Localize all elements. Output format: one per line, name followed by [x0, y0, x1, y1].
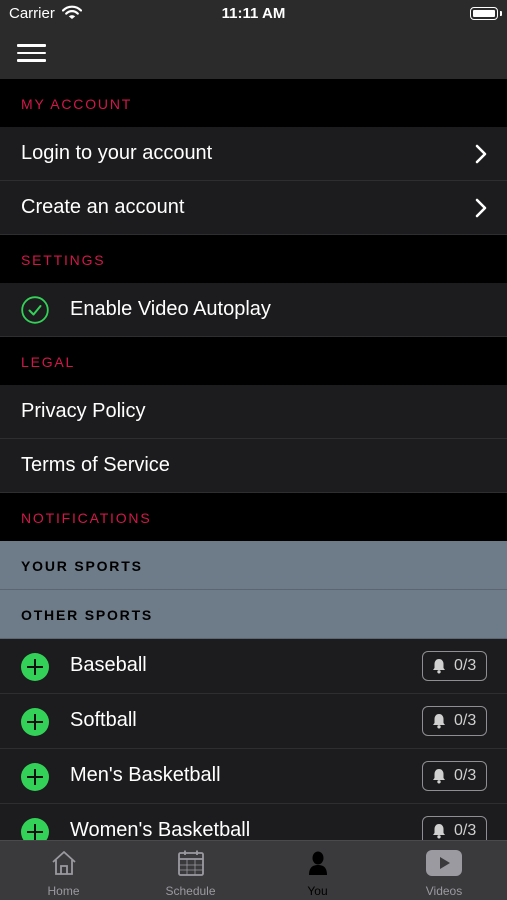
status-bar: Carrier 11:11 AM: [0, 0, 507, 28]
notification-count: 0/3: [454, 712, 477, 729]
section-header-notifications: NOTIFICATIONS: [0, 493, 507, 541]
privacy-policy-row[interactable]: Privacy Policy: [0, 385, 507, 439]
play-icon: [425, 849, 463, 882]
tab-label: Schedule: [165, 884, 216, 898]
create-account-row[interactable]: Create an account: [0, 181, 507, 235]
bell-icon: [432, 823, 446, 840]
tab-label: Home: [47, 884, 80, 898]
create-account-label: Create an account: [21, 196, 185, 218]
hamburger-menu-icon[interactable]: [17, 44, 46, 62]
sport-row-mens-basketball[interactable]: Men's Basketball 0/3: [0, 749, 507, 804]
person-icon: [304, 849, 332, 882]
terms-of-service-row[interactable]: Terms of Service: [0, 439, 507, 493]
chevron-right-icon: [475, 198, 487, 223]
other-sports-header: OTHER SPORTS: [0, 590, 507, 639]
notification-count-button[interactable]: 0/3: [422, 816, 487, 840]
battery-icon: [470, 7, 502, 20]
sport-name: Softball: [70, 709, 137, 731]
sport-name: Baseball: [70, 654, 147, 676]
add-circle-icon[interactable]: [21, 708, 49, 736]
tab-home[interactable]: Home: [0, 841, 127, 900]
privacy-policy-label: Privacy Policy: [21, 400, 146, 422]
section-header-legal: LEGAL: [0, 337, 507, 385]
sport-name: Men's Basketball: [70, 764, 221, 786]
add-circle-icon[interactable]: [21, 763, 49, 791]
bell-icon: [432, 768, 446, 789]
sport-row-womens-basketball[interactable]: Women's Basketball 0/3: [0, 804, 507, 840]
notification-count: 0/3: [454, 657, 477, 674]
tab-label: Videos: [425, 884, 463, 898]
sport-row-softball[interactable]: Softball 0/3: [0, 694, 507, 749]
terms-of-service-label: Terms of Service: [21, 454, 170, 476]
notification-count-button[interactable]: 0/3: [422, 761, 487, 791]
autoplay-label: Enable Video Autoplay: [70, 298, 271, 320]
sport-name: Women's Basketball: [70, 819, 251, 840]
sport-row-baseball[interactable]: Baseball 0/3: [0, 639, 507, 694]
calendar-icon: [177, 849, 205, 882]
bell-icon: [432, 658, 446, 679]
tab-you[interactable]: You: [254, 841, 381, 900]
clock: 11:11 AM: [221, 5, 286, 22]
nav-bar: [0, 28, 507, 79]
login-label: Login to your account: [21, 142, 213, 164]
chevron-right-icon: [475, 144, 487, 169]
home-icon: [50, 849, 78, 882]
tab-label: You: [307, 884, 328, 898]
tab-bar: Home Schedule You Videos: [0, 840, 507, 900]
tab-schedule[interactable]: Schedule: [127, 841, 254, 900]
your-sports-header: YOUR SPORTS: [0, 541, 507, 590]
notification-count-button[interactable]: 0/3: [422, 651, 487, 681]
add-circle-icon[interactable]: [21, 653, 49, 681]
settings-list: MY ACCOUNT Login to your account Create …: [0, 79, 507, 840]
tab-videos[interactable]: Videos: [381, 841, 507, 900]
checkmark-circle-icon[interactable]: [21, 296, 49, 329]
login-row[interactable]: Login to your account: [0, 127, 507, 181]
notification-count: 0/3: [454, 822, 477, 839]
notification-count: 0/3: [454, 767, 477, 784]
section-header-my-account: MY ACCOUNT: [0, 79, 507, 127]
add-circle-icon[interactable]: [21, 818, 49, 840]
notification-count-button[interactable]: 0/3: [422, 706, 487, 736]
autoplay-toggle-row[interactable]: Enable Video Autoplay: [0, 283, 507, 337]
bell-icon: [432, 713, 446, 734]
section-header-settings: SETTINGS: [0, 235, 507, 283]
